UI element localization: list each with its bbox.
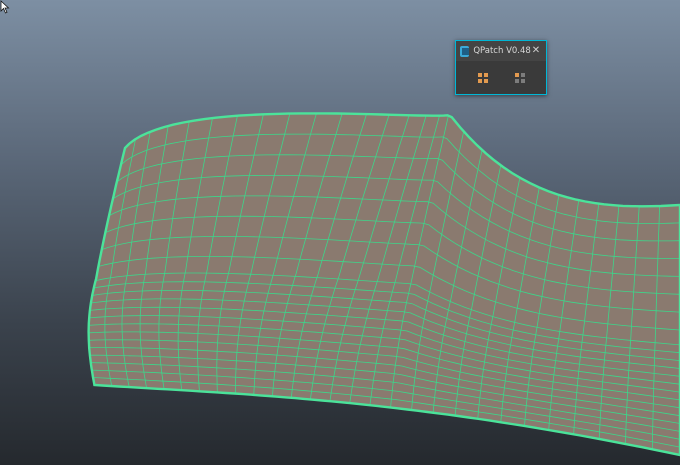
mesh-surface bbox=[88, 113, 680, 455]
patch-grid-button[interactable] bbox=[473, 68, 493, 88]
window-title: QPatch V0.48 bbox=[473, 46, 531, 56]
qpatch-window[interactable]: QPatch V0.48 ✕ bbox=[455, 40, 547, 95]
wireframe-mesh[interactable] bbox=[0, 0, 680, 465]
maya-3d-viewport[interactable] bbox=[0, 0, 680, 465]
grid-icon bbox=[515, 73, 525, 83]
patch-quad-button[interactable] bbox=[510, 68, 530, 88]
mouse-cursor-icon bbox=[0, 0, 10, 14]
qpatch-toolbar bbox=[456, 61, 546, 94]
close-icon[interactable]: ✕ bbox=[531, 45, 541, 57]
qpatch-titlebar[interactable]: QPatch V0.48 ✕ bbox=[456, 41, 546, 61]
grid-icon bbox=[478, 73, 488, 83]
app-icon bbox=[460, 45, 470, 57]
